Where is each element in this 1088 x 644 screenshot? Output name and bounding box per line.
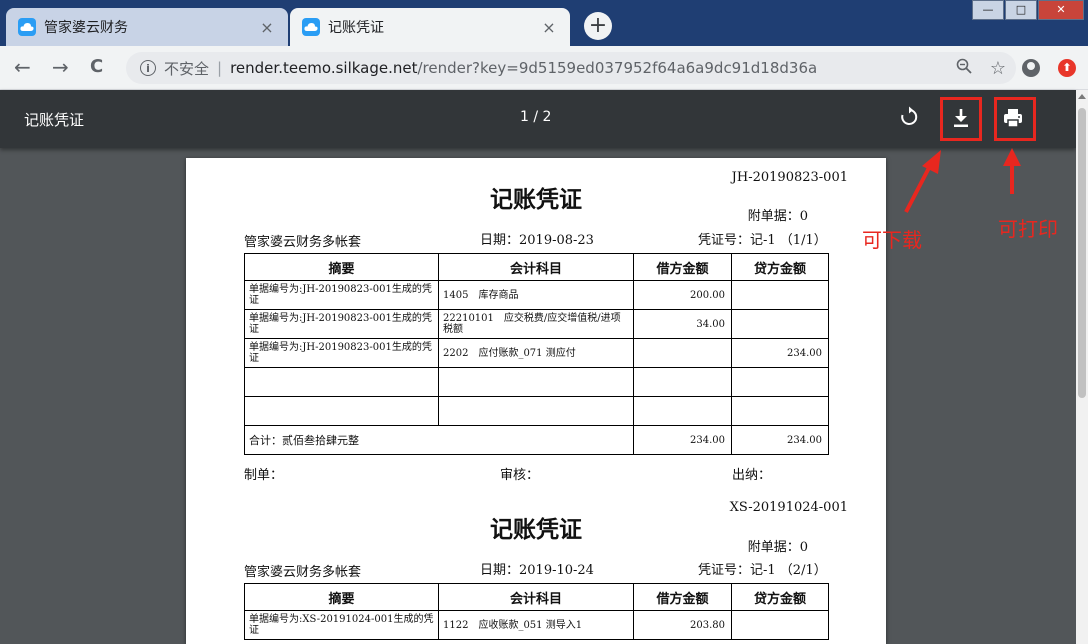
arrow-to-download xyxy=(904,150,941,213)
arrow-to-print xyxy=(1003,148,1021,194)
annotation-arrows xyxy=(904,148,1021,213)
print-annotation: 可打印 xyxy=(998,217,1058,241)
download-annotation: 可下载 xyxy=(862,228,922,252)
